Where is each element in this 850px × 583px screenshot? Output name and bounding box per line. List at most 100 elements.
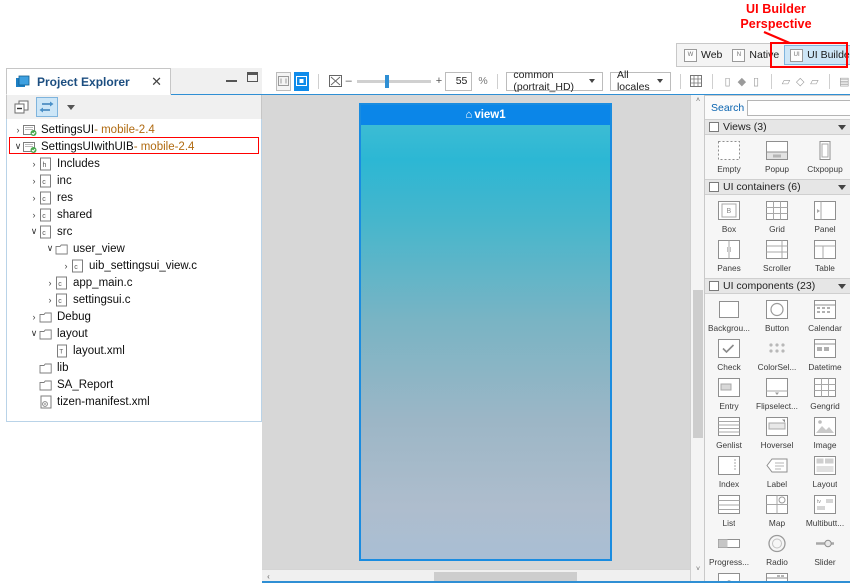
locale-select[interactable]: All locales [610, 72, 671, 91]
twisty-collapsed-icon[interactable]: › [29, 159, 39, 169]
zoom-out-label[interactable]: – [346, 75, 352, 87]
palette-vscrollbar[interactable]: ˄ ˅ [690, 95, 704, 583]
zoom-slider[interactable]: – + [346, 75, 443, 87]
palette-item-label[interactable]: Label [753, 453, 801, 492]
palette-item-scroller[interactable]: Scroller [753, 237, 801, 276]
palette-item-gengrid[interactable]: Gengrid [801, 375, 849, 414]
palette-section-header-2[interactable]: UI components (23) [705, 278, 850, 294]
palette-item-popup[interactable]: Popup [753, 138, 801, 177]
outline-view-icon[interactable] [276, 72, 291, 91]
palette-item-index[interactable]: Index [705, 453, 753, 492]
align-middle-vertical-icon[interactable]: ◇ [795, 73, 806, 90]
perspective-ui-builder[interactable]: UI UI Builder [784, 45, 850, 65]
tree-item-user_view[interactable]: ∨user_view [7, 240, 261, 257]
twisty-collapsed-icon[interactable]: › [29, 176, 39, 186]
tree-item-layout-xml[interactable]: Tlayout.xml [7, 342, 261, 359]
grid-snap-icon[interactable] [689, 73, 703, 90]
twisty-expanded-icon[interactable]: ∨ [29, 328, 39, 339]
link-with-editor-icon[interactable] [36, 97, 58, 117]
twisty-collapsed-icon[interactable]: › [45, 295, 55, 305]
palette-search-input[interactable] [747, 100, 850, 116]
palette-item-button[interactable]: Button [753, 297, 801, 336]
palette-item-slider[interactable]: Slider [801, 531, 849, 570]
twisty-collapsed-icon[interactable]: › [29, 193, 39, 203]
view-background[interactable] [361, 125, 610, 559]
project-explorer-tab[interactable]: Project Explorer ✕ [6, 68, 171, 95]
maximize-icon[interactable] [247, 72, 258, 82]
palette-item-table[interactable]: Table [801, 237, 849, 276]
tree-item-settingsui-c[interactable]: ›csettingsui.c [7, 291, 261, 308]
tree-item-shared[interactable]: ›cshared [7, 206, 261, 223]
perspective-web[interactable]: W Web [679, 45, 727, 65]
minimize-icon[interactable] [226, 73, 237, 82]
palette-item-layout[interactable]: Layout [801, 453, 849, 492]
palette-item-flipselect[interactable]: Flipselect... [753, 375, 801, 414]
tree-item-inc[interactable]: ›cinc [7, 172, 261, 189]
palette-item-multibutt[interactable]: tvMultibutt... [801, 492, 849, 531]
tree-item-res[interactable]: ›cres [7, 189, 261, 206]
palette-item-colorsel[interactable]: ColorSel... [753, 336, 801, 375]
align-right-icon[interactable]: ▯ [750, 73, 761, 90]
tree-item-lib[interactable]: lib [7, 359, 261, 376]
palette-item-list[interactable]: List [705, 492, 753, 531]
palette-item-backgrou[interactable]: Backgrou... [705, 297, 753, 336]
palette-item-calendar[interactable]: Calendar [801, 297, 849, 336]
tree-item-debug[interactable]: ›Debug [7, 308, 261, 325]
collapse-all-icon[interactable] [11, 97, 33, 117]
palette-item-grid[interactable]: Grid [753, 198, 801, 237]
palette-section-header-1[interactable]: UI containers (6) [705, 179, 850, 195]
view-preview[interactable]: ⌂ view1 [359, 103, 612, 561]
zoom-slider-track[interactable] [357, 80, 431, 83]
zoom-input[interactable]: 55 [445, 72, 472, 91]
tree-item-uib_settingsui_view-c[interactable]: ›cuib_settingsui_view.c [7, 257, 261, 274]
view-menu-chevron-icon[interactable] [67, 105, 75, 110]
palette-item-entry[interactable]: Entry [705, 375, 753, 414]
twisty-expanded-icon[interactable]: ∨ [29, 226, 39, 237]
align-center-horizontal-icon[interactable]: ◆ [736, 73, 747, 90]
palette-scroll-down-icon[interactable]: ˅ [691, 566, 705, 573]
perspective-native[interactable]: N Native [727, 45, 784, 65]
palette-item-genlist[interactable]: Genlist [705, 414, 753, 453]
profile-select[interactable]: common (portrait_HD) [506, 72, 603, 91]
perspective-switcher[interactable]: W Web N Native UI UI Builder [676, 43, 848, 67]
tree-item-settingsui[interactable]: ›SettingsUI - mobile-2.4 [7, 121, 261, 138]
tree-item-src[interactable]: ∨csrc [7, 223, 261, 240]
tree-item-includes[interactable]: ›hIncludes [7, 155, 261, 172]
palette-item-panes[interactable]: Panes [705, 237, 753, 276]
twisty-collapsed-icon[interactable]: › [29, 312, 39, 322]
twisty-collapsed-icon[interactable]: › [13, 125, 23, 135]
tree-item-layout[interactable]: ∨layout [7, 325, 261, 342]
tree-item-sa_report[interactable]: SA_Report [7, 376, 261, 393]
distribute-icon[interactable]: ▤ [839, 73, 850, 90]
zoom-in-label[interactable]: + [436, 75, 442, 87]
section-collapse-chevron-icon[interactable] [838, 284, 846, 289]
twisty-expanded-icon[interactable]: ∨ [45, 243, 55, 254]
palette-item-radio[interactable]: Radio [753, 531, 801, 570]
close-icon[interactable]: ✕ [151, 74, 162, 90]
tree-item-app_main-c[interactable]: ›capp_main.c [7, 274, 261, 291]
tree-item-tizen-manifest-xml[interactable]: tizen-manifest.xml [7, 393, 261, 410]
section-collapse-chevron-icon[interactable] [838, 125, 846, 130]
palette-scroll-up-icon[interactable]: ˄ [691, 97, 705, 104]
palette-item-panel[interactable]: Panel [801, 198, 849, 237]
tree-item-settingsuiwithuib[interactable]: ∨SettingsUIwithUIB - mobile-2.4 [7, 138, 261, 155]
palette-item-hoversel[interactable]: Hoversel [753, 414, 801, 453]
palette-search-row[interactable]: Search ▶ [705, 96, 850, 119]
twisty-collapsed-icon[interactable]: › [61, 261, 71, 271]
align-bottom-icon[interactable]: ▱ [809, 73, 820, 90]
twisty-expanded-icon[interactable]: ∨ [13, 141, 23, 152]
palette-scroll-thumb[interactable] [693, 290, 703, 438]
palette-item-empty[interactable]: Empty [705, 138, 753, 177]
palette-section-header-0[interactable]: Views (3) [705, 119, 850, 135]
twisty-collapsed-icon[interactable]: › [29, 210, 39, 220]
design-view-icon[interactable] [294, 72, 309, 91]
twisty-collapsed-icon[interactable]: › [45, 278, 55, 288]
palette-item-check[interactable]: Check [705, 336, 753, 375]
hscroll-left-arrow-icon[interactable]: ‹ [262, 572, 275, 581]
fit-to-window-icon[interactable] [328, 72, 343, 91]
align-top-icon[interactable]: ▱ [780, 73, 791, 90]
palette-item-map[interactable]: Map [753, 492, 801, 531]
palette-item-progress[interactable]: Progress... [705, 531, 753, 570]
palette-item-ctxpopup[interactable]: Ctxpopup [801, 138, 849, 177]
palette-item-image[interactable]: Image [801, 414, 849, 453]
